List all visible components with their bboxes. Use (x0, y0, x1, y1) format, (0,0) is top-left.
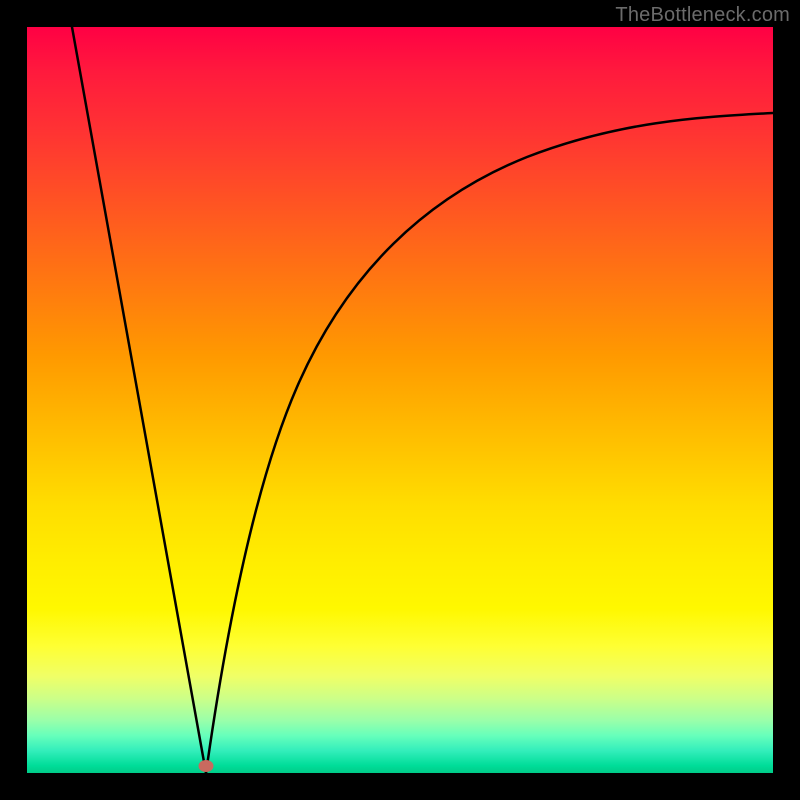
minimum-marker (199, 760, 214, 772)
bottleneck-curve (27, 27, 773, 773)
curve-right-branch (206, 113, 773, 773)
curve-left-branch (72, 27, 206, 773)
watermark-text: TheBottleneck.com (615, 4, 790, 27)
chart-frame: TheBottleneck.com (0, 0, 800, 800)
plot-area (27, 27, 773, 773)
